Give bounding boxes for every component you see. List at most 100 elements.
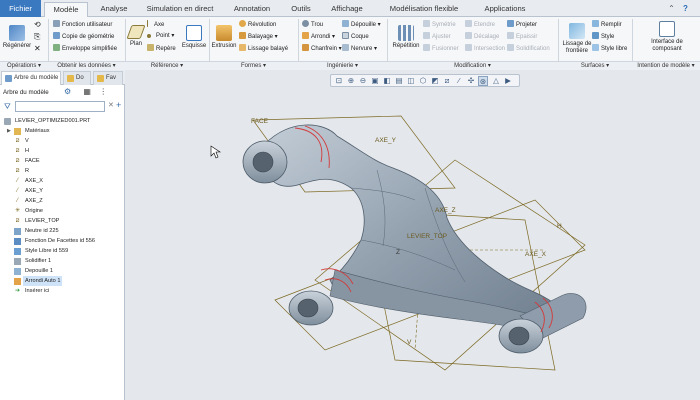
- tree-settings-icon[interactable]: ⚙: [64, 87, 71, 96]
- group-operations-label[interactable]: Opérations ▾: [0, 61, 48, 70]
- tree-item[interactable]: ⧄ H: [2, 146, 123, 156]
- plane-button[interactable]: Plan: [126, 25, 146, 48]
- mirror-button[interactable]: Symétrie: [423, 20, 456, 29]
- tree-search-input[interactable]: [15, 101, 105, 112]
- style-button[interactable]: Style: [592, 32, 614, 41]
- extend-button[interactable]: Etendre: [465, 20, 495, 29]
- tab-file[interactable]: Fichier: [0, 0, 41, 17]
- intersect-button[interactable]: Intersection: [465, 44, 505, 53]
- shrinkwrap-icon: [53, 44, 60, 51]
- sketch-button[interactable]: Esquisse: [180, 25, 208, 50]
- tab-model-tree[interactable]: Arbre du modèle: [1, 71, 61, 85]
- pattern-button[interactable]: Répétition: [389, 25, 423, 50]
- tab-applications[interactable]: Applications: [476, 2, 534, 17]
- tab-folder-browser[interactable]: Do: [63, 71, 91, 85]
- panel-toolbar: ⚙ ▦ ⋮: [64, 87, 107, 99]
- axis-button[interactable]: Axe: [147, 20, 164, 29]
- offset-button[interactable]: Décalage: [465, 32, 499, 41]
- tree-item[interactable]: ⁄ AXE_Z: [2, 196, 123, 206]
- copy-geometry-button[interactable]: Copie de géométrie: [53, 32, 114, 41]
- tab-live-simulation[interactable]: Simulation en direct: [140, 2, 220, 17]
- tree-item[interactable]: Fonction De Facettes id 556: [2, 236, 123, 246]
- shrinkwrap-button[interactable]: Enveloppe simplifiée: [53, 44, 117, 53]
- shell-button[interactable]: Coque: [342, 32, 369, 41]
- ribbon: Régénérer ⟲ ⎘ ✕ Opérations ▾ Fonction ut…: [0, 17, 700, 70]
- revolve-button[interactable]: Révolution: [239, 20, 276, 29]
- trim-icon: [423, 32, 430, 39]
- tree-item[interactable]: ⧄ LEVIER_TOP: [2, 216, 123, 226]
- tab-tools[interactable]: Outils: [284, 2, 318, 17]
- hole-button[interactable]: Trou: [302, 20, 323, 29]
- datum-plane-icon: ⧄: [15, 168, 20, 174]
- tree-item[interactable]: Style Libre id 559: [2, 246, 123, 256]
- csys-button[interactable]: Repère: [147, 44, 176, 53]
- group-modification-label[interactable]: Modification ▾: [387, 61, 558, 70]
- datum-axis-icon: ⁄: [16, 178, 18, 184]
- tree-root[interactable]: LEVIER_OPTIMIZED001.PRT: [2, 116, 123, 126]
- tree-item[interactable]: ⧄ V: [2, 136, 123, 146]
- point-button[interactable]: Point ▾: [147, 32, 174, 40]
- tree-item[interactable]: ⁄ AXE_Y: [2, 186, 123, 196]
- expand-arrow-icon[interactable]: ▶: [7, 126, 11, 136]
- project-icon: [507, 20, 514, 27]
- thicken-button[interactable]: Epaissir: [507, 32, 537, 41]
- fill-button[interactable]: Remplir: [592, 20, 622, 29]
- tree-item[interactable]: Depouille 1: [2, 266, 123, 276]
- tree-item[interactable]: ✳ Origine: [2, 206, 123, 216]
- tab-model[interactable]: Modèle: [44, 2, 88, 18]
- tree-item[interactable]: ⧄ FACE: [2, 156, 123, 166]
- tab-analysis[interactable]: Analyse: [92, 2, 136, 17]
- boundary-blend-button[interactable]: Lissage de frontière: [560, 23, 594, 55]
- clear-filter-icon[interactable]: ✕: [108, 101, 114, 109]
- tree-item[interactable]: ▶ Matériaux: [2, 126, 123, 136]
- rib-button[interactable]: Nervure ▾: [342, 44, 377, 53]
- project-button[interactable]: Projeter: [507, 20, 537, 29]
- group-reference-label[interactable]: Référence ▾: [125, 61, 209, 70]
- label-axe-z: AXE_Z: [435, 207, 456, 214]
- help-icon[interactable]: ?: [681, 4, 690, 13]
- trim-button[interactable]: Ajuster: [423, 32, 451, 41]
- merge-button[interactable]: Fusionner: [423, 44, 459, 53]
- regenerate-button[interactable]: Régénérer: [2, 25, 32, 50]
- label-z: Z: [396, 249, 400, 256]
- axis-icon: [147, 20, 148, 27]
- shell-icon: [342, 32, 349, 39]
- graphics-viewport[interactable]: ⊡ ⊕ ⊖ ▣ ◧ ▤ ◫ ⬡ ◩ ⧄ ⁄ ✣ ⊛ △ ▶ FACE AXE_Y…: [125, 70, 700, 400]
- undo-icon[interactable]: ⟲: [34, 21, 41, 29]
- group-get-data-label[interactable]: Obtenir les données ▾: [48, 61, 125, 70]
- tree-item-selected[interactable]: Arrondi Auto 1: [2, 276, 123, 286]
- user-feature-button[interactable]: Fonction utilisateur: [53, 20, 112, 29]
- minimize-ribbon-icon[interactable]: ⌃: [667, 4, 676, 13]
- tree-options-icon[interactable]: ⋮: [99, 87, 107, 96]
- chamfer-button[interactable]: Chanfrein ▾: [302, 44, 342, 53]
- boss-top-left: [242, 140, 288, 184]
- tree-item[interactable]: ⁄ AXE_X: [2, 176, 123, 186]
- group-shapes-label[interactable]: Formes ▾: [209, 61, 298, 70]
- copy-icon[interactable]: ⎘: [34, 33, 40, 41]
- group-engineering-label[interactable]: Ingénierie ▾: [298, 61, 387, 70]
- filter-icon[interactable]: ⛛: [4, 102, 11, 112]
- tree-item[interactable]: ⧄ R: [2, 166, 123, 176]
- tree-item[interactable]: Neutre id 225: [2, 226, 123, 236]
- solidify-button[interactable]: Solidification: [507, 44, 550, 53]
- tree-columns-icon[interactable]: ▦: [83, 87, 91, 96]
- tab-favorites[interactable]: Fav: [93, 71, 123, 85]
- add-icon[interactable]: +: [116, 100, 121, 110]
- round-button[interactable]: Arrondi ▾: [302, 32, 335, 41]
- extrude-button[interactable]: Extrusion: [211, 25, 237, 50]
- tab-flexible-modeling[interactable]: Modélisation flexible: [376, 2, 472, 17]
- draft-button[interactable]: Dépouille ▾: [342, 20, 381, 29]
- tab-annotation[interactable]: Annotation: [226, 2, 278, 17]
- delete-icon[interactable]: ✕: [34, 45, 41, 53]
- component-interface-button[interactable]: Interface de composant: [640, 21, 694, 53]
- style-icon: [592, 32, 599, 39]
- sweep-button[interactable]: Balayage ▾: [239, 32, 278, 41]
- freestyle-button[interactable]: Style libre: [592, 44, 627, 53]
- swept-blend-button[interactable]: Lissage balayé: [239, 44, 288, 53]
- group-model-intent-label[interactable]: Intention de modèle ▾: [632, 61, 700, 70]
- 3d-model-scene[interactable]: FACE AXE_Y AXE_Z LEVIER_TOP AXE_X H V Z: [125, 70, 700, 392]
- tree-insert-here[interactable]: ➔ Insérer ici: [2, 286, 123, 296]
- tab-view[interactable]: Affichage: [324, 2, 370, 17]
- group-surfaces-label[interactable]: Surfaces ▾: [558, 61, 632, 70]
- tree-item[interactable]: Solidifier 1: [2, 256, 123, 266]
